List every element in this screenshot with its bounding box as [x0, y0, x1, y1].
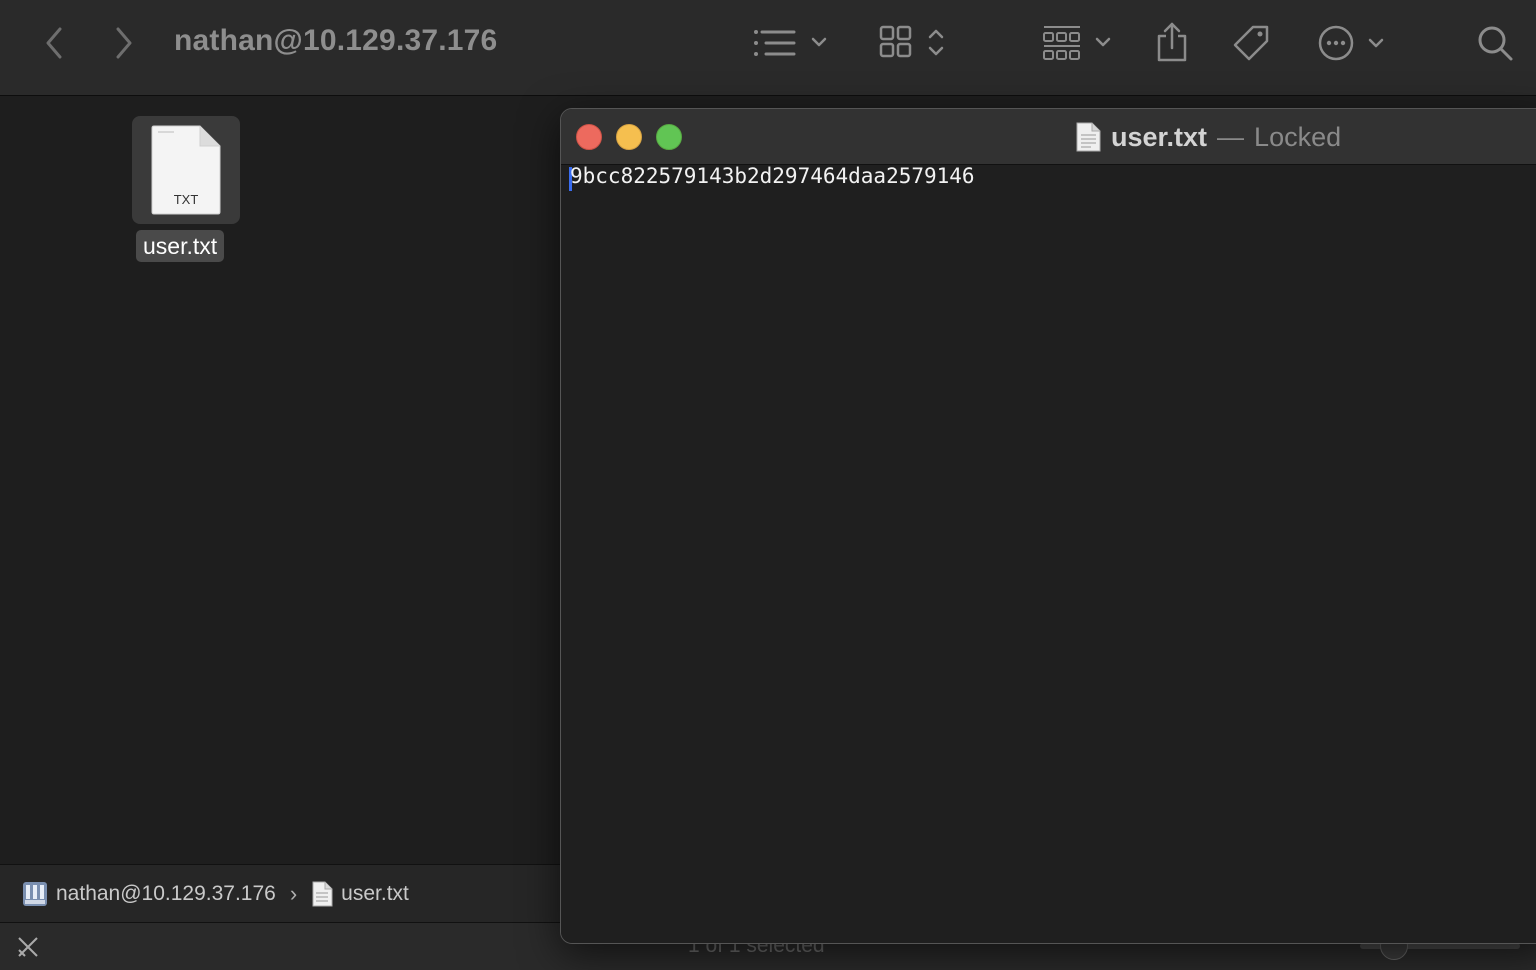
finder-toolbar: nathan@10.129.37.176: [0, 0, 1536, 96]
file-type-label: TXT: [174, 192, 199, 207]
chevron-down-icon: [1368, 38, 1384, 48]
file-browser-area[interactable]: TXT user.txt: [0, 97, 560, 864]
group-button[interactable]: [1040, 24, 1116, 64]
list-icon: [754, 30, 827, 56]
forward-button[interactable]: [108, 26, 140, 60]
more-actions-button[interactable]: [1316, 22, 1390, 64]
locked-status[interactable]: Locked: [1254, 122, 1341, 153]
maximize-button[interactable]: [656, 124, 682, 150]
document-icon: [312, 881, 333, 906]
share-button[interactable]: [1152, 20, 1192, 64]
textedit-titlebar[interactable]: user.txt — Locked: [561, 109, 1536, 165]
document-title: user.txt: [1111, 121, 1208, 152]
chevron-down-icon: [1095, 37, 1111, 47]
document-content[interactable]: 9bcc822579143b2d297464daa2579146: [570, 164, 975, 188]
file-item-user-txt[interactable]: TXT user.txt: [132, 116, 240, 262]
text-document-icon: TXT: [151, 125, 221, 215]
window-title: nathan@10.129.37.176: [174, 24, 498, 57]
path-bar: nathan@10.129.37.176 › user.txt: [0, 864, 560, 922]
icon-view-button[interactable]: [878, 24, 948, 64]
close-button[interactable]: [576, 124, 602, 150]
search-button[interactable]: [1474, 22, 1516, 64]
server-icon: [23, 881, 47, 906]
chevron-right-icon: [116, 27, 132, 59]
pathbar-separator: ›: [289, 880, 298, 906]
pathbar-file[interactable]: user.txt: [341, 882, 409, 906]
share-icon: [1157, 22, 1187, 62]
back-button[interactable]: [38, 26, 70, 60]
sidebar-toggle-icon[interactable]: [16, 935, 40, 959]
tag-button[interactable]: [1230, 22, 1272, 64]
pathbar-server[interactable]: nathan@10.129.37.176: [56, 882, 276, 906]
chevron-down-icon: [811, 37, 827, 47]
grid-icon: [879, 25, 944, 58]
ellipsis-circle-icon: [1318, 25, 1384, 61]
title-separator: —: [1217, 121, 1245, 152]
document-icon: [1076, 122, 1101, 152]
chevron-left-icon: [46, 27, 62, 59]
textedit-window: user.txt — Locked 9bcc822579143b2d297464…: [560, 108, 1536, 944]
text-editor-area[interactable]: [561, 165, 1536, 943]
textedit-title: user.txt — Locked: [1075, 119, 1341, 155]
list-view-button[interactable]: [752, 24, 832, 64]
file-icon-selection[interactable]: TXT: [132, 116, 240, 224]
search-icon: [1478, 26, 1513, 61]
file-name-label[interactable]: user.txt: [136, 230, 225, 262]
tag-icon: [1233, 25, 1269, 61]
group-icon: [1043, 26, 1111, 60]
minimize-button[interactable]: [616, 124, 642, 150]
